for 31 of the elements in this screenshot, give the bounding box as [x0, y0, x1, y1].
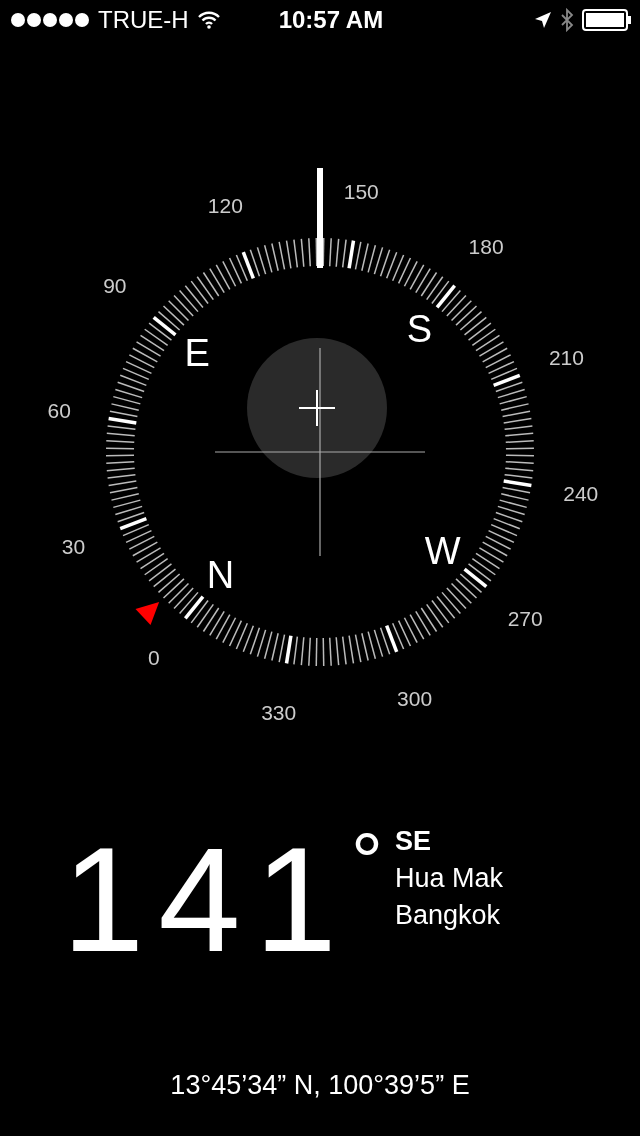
cardinal-letter: S — [406, 308, 433, 351]
degree-label: 300 — [397, 686, 433, 710]
place-name: Bangkok — [394, 900, 501, 931]
degree-label: 180 — [468, 235, 504, 259]
degree-label: 240 — [563, 481, 599, 505]
degree-label: 270 — [507, 606, 543, 630]
bluetooth-icon — [560, 8, 574, 32]
degree-label: 0 — [148, 645, 160, 669]
direction-label: SE — [394, 826, 432, 857]
degree-label: 90 — [103, 274, 127, 298]
heading-value: 141 — [62, 826, 351, 974]
degree-label: 330 — [261, 701, 297, 725]
coordinates-text: 13°45’34” N, 100°39’5” E — [169, 1070, 471, 1101]
north-pointer — [135, 602, 160, 626]
carrier-name: TRUE-H — [98, 6, 189, 34]
wifi-icon — [196, 11, 221, 29]
degree-sign: ° — [350, 822, 383, 902]
degree-label: 60 — [47, 399, 71, 423]
place-name: Hua Mak — [394, 863, 503, 894]
degree-label: 120 — [207, 194, 243, 218]
cardinal-letter: E — [184, 331, 210, 374]
degree-label: 150 — [343, 179, 379, 203]
battery-icon — [582, 9, 632, 31]
degree-label: 210 — [548, 345, 584, 369]
signal-icon — [10, 12, 90, 28]
cardinal-letter: N — [206, 553, 235, 596]
clock-time: 10:57 AM — [278, 6, 384, 34]
cardinal-letter: W — [424, 530, 461, 573]
level-cross-icon — [298, 389, 336, 427]
location-arrow-icon — [534, 11, 552, 29]
degree-label: 30 — [61, 535, 86, 559]
